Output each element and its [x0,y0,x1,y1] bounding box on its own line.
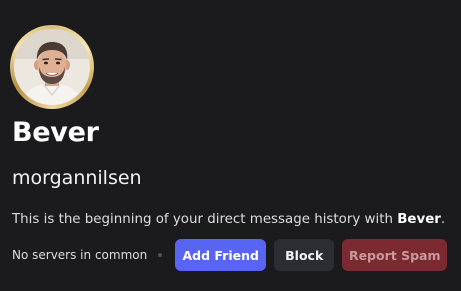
person-photo-icon [14,29,90,105]
dm-intro-name: Bever [397,212,441,227]
profile-actions: No servers in common Add Friend Block Re… [12,239,448,271]
mutual-servers-text: No servers in common [12,248,148,262]
block-button[interactable]: Block [274,239,335,271]
separator-dot [158,253,163,257]
add-friend-button[interactable]: Add Friend [175,239,267,271]
dm-welcome-header: Bever morgannilsen This is the beginning… [0,0,461,291]
profile-username: morgannilsen [12,167,142,189]
profile-display-name: Bever [12,117,99,148]
report-spam-button[interactable]: Report Spam [342,239,448,271]
dm-intro-prefix: This is the beginning of your direct mes… [12,212,398,227]
avatar-photo [14,29,90,105]
dm-intro-suffix: . [440,212,446,227]
dm-intro-text: This is the beginning of your direct mes… [12,210,445,230]
avatar[interactable] [10,25,94,109]
